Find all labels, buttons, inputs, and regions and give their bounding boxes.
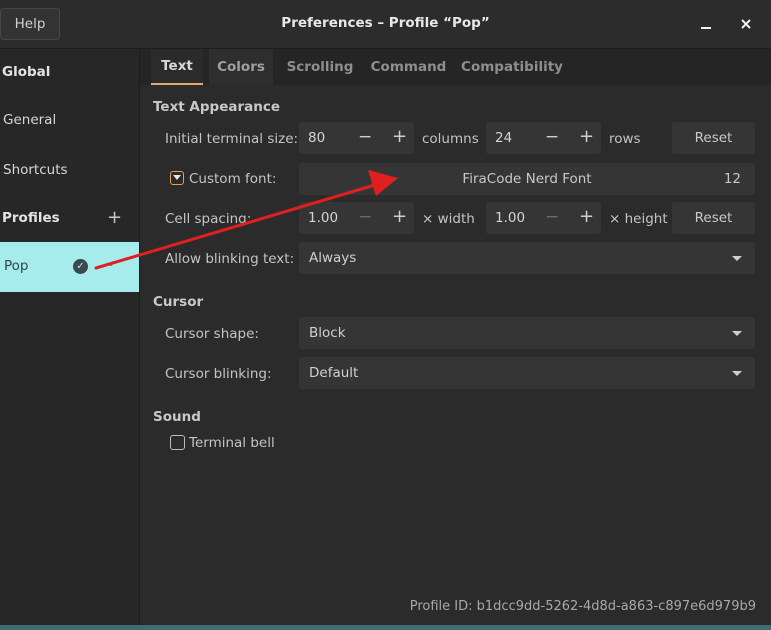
custom-font-label: Custom font: — [189, 171, 277, 187]
dropdown-arrow-icon — [732, 256, 742, 261]
columns-unit: columns — [422, 131, 479, 147]
minimize-icon[interactable] — [696, 14, 716, 34]
terminal-bell-label: Terminal bell — [189, 435, 275, 451]
title-bar: Help Preferences – Profile “Pop” — [0, 0, 771, 49]
cursor-blinking-label: Cursor blinking: — [165, 366, 272, 382]
initial-size-label: Initial terminal size: — [165, 131, 299, 147]
cell-spacing-label: Cell spacing: — [165, 211, 252, 227]
cell-width-stepper[interactable]: 1.00 − + — [299, 202, 414, 234]
profile-name: Pop — [4, 258, 29, 274]
dropdown-arrow-icon — [732, 371, 742, 376]
profile-id: Profile ID: b1dcc9dd-5262-4d8d-a863-c897… — [409, 599, 756, 614]
sound-heading: Sound — [153, 409, 201, 425]
rows-unit: rows — [609, 131, 641, 147]
blink-text-label: Allow blinking text: — [165, 251, 295, 267]
tab-colors[interactable]: Colors — [209, 49, 273, 85]
reset-spacing-button[interactable]: Reset — [672, 202, 755, 234]
columns-increment-icon[interactable]: + — [392, 126, 407, 147]
cell-height-increment-icon[interactable]: + — [579, 206, 594, 227]
profiles-heading: Profiles — [2, 210, 60, 226]
cell-width-increment-icon[interactable]: + — [392, 206, 407, 227]
cell-height-decrement-icon[interactable]: − — [545, 207, 559, 227]
window-edge — [0, 625, 771, 630]
tab-scrolling[interactable]: Scrolling — [280, 49, 360, 85]
columns-stepper[interactable]: 80 − + — [299, 122, 414, 154]
main-panel: Text Colors Scrolling Command Compatibil… — [140, 49, 771, 630]
font-chooser-button[interactable]: FiraCode Nerd Font 12 — [299, 163, 755, 195]
cursor-shape-dropdown[interactable]: Block — [299, 317, 755, 349]
cursor-blinking-value: Default — [309, 365, 359, 381]
columns-decrement-icon[interactable]: − — [358, 127, 372, 147]
global-heading: Global — [2, 64, 51, 80]
tab-bar: Text Colors Scrolling Command Compatibil… — [140, 49, 771, 85]
cell-height-stepper[interactable]: 1.00 − + — [486, 202, 601, 234]
cursor-heading: Cursor — [153, 294, 204, 310]
rows-increment-icon[interactable]: + — [579, 126, 594, 147]
close-icon[interactable] — [736, 14, 756, 34]
height-unit: × height — [609, 211, 668, 227]
tab-compatibility[interactable]: Compatibility — [460, 49, 564, 85]
sidebar-item-general[interactable]: General — [3, 112, 56, 128]
width-unit: × width — [422, 211, 475, 227]
cell-height-value[interactable]: 1.00 — [495, 210, 525, 226]
cursor-shape-value: Block — [309, 325, 346, 341]
font-size: 12 — [723, 171, 741, 187]
blink-text-value: Always — [309, 250, 357, 266]
sidebar: Global General Shortcuts Profiles + Pop … — [0, 49, 140, 630]
window-title: Preferences – Profile “Pop” — [281, 15, 490, 31]
tab-command[interactable]: Command — [366, 49, 451, 85]
sidebar-item-profile-pop[interactable]: Pop ✓ ⌄ — [0, 242, 139, 292]
blink-text-dropdown[interactable]: Always — [299, 242, 755, 274]
rows-decrement-icon[interactable]: − — [545, 127, 559, 147]
cell-width-decrement-icon[interactable]: − — [358, 207, 372, 227]
rows-value[interactable]: 24 — [495, 130, 512, 146]
terminal-bell-checkbox[interactable] — [170, 435, 185, 450]
tab-text[interactable]: Text — [151, 49, 203, 85]
cursor-blinking-dropdown[interactable]: Default — [299, 357, 755, 389]
chevron-down-icon[interactable]: ⌄ — [106, 255, 116, 269]
dropdown-arrow-icon — [732, 331, 742, 336]
cell-width-value[interactable]: 1.00 — [308, 210, 338, 226]
text-appearance-heading: Text Appearance — [153, 99, 281, 115]
columns-value[interactable]: 80 — [308, 130, 325, 146]
cursor-shape-label: Cursor shape: — [165, 326, 259, 342]
add-profile-icon[interactable]: + — [107, 209, 122, 227]
custom-font-checkbox[interactable] — [170, 171, 184, 185]
default-profile-check-icon: ✓ — [73, 259, 88, 274]
sidebar-item-shortcuts[interactable]: Shortcuts — [3, 162, 68, 178]
font-name: FiraCode Nerd Font — [462, 171, 592, 187]
reset-size-button[interactable]: Reset — [672, 122, 755, 154]
rows-stepper[interactable]: 24 − + — [486, 122, 601, 154]
